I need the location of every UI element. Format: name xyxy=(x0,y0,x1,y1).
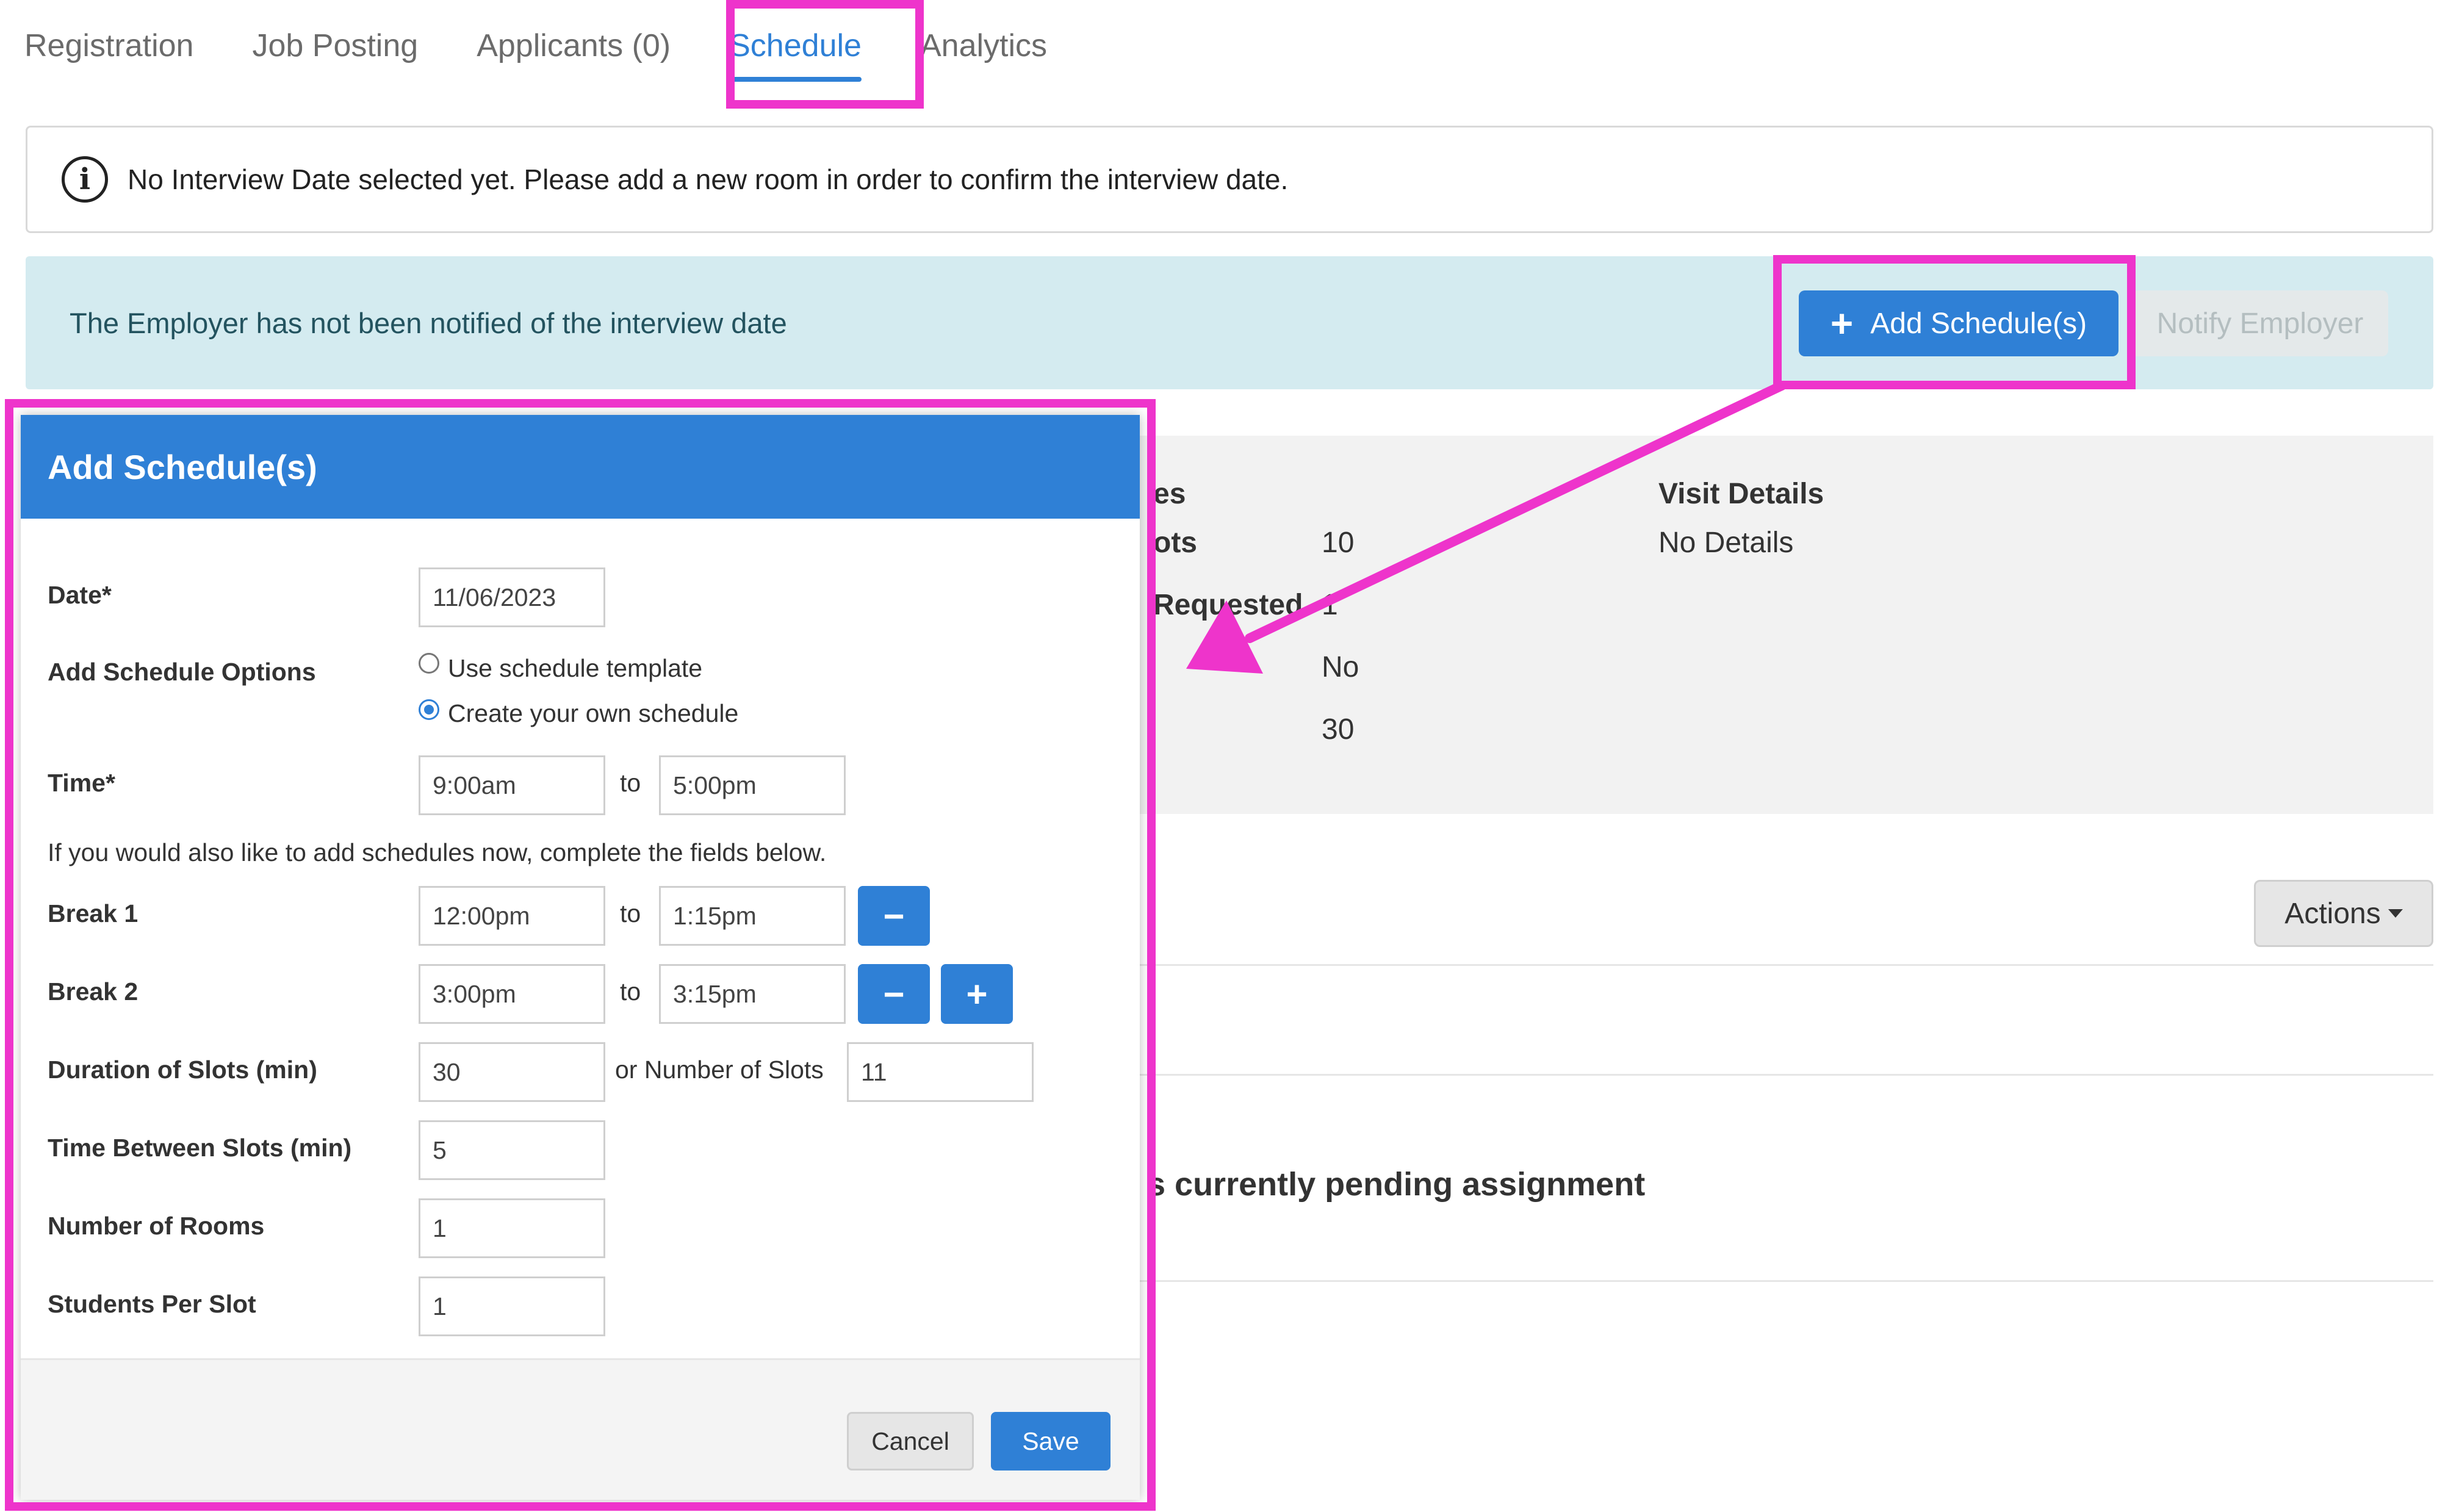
divider xyxy=(1135,964,2433,966)
info-alert: i No Interview Date selected yet. Please… xyxy=(26,126,2433,233)
actions-label: Actions xyxy=(2284,897,2381,930)
tab-applicants[interactable]: Applicants (0) xyxy=(477,0,671,92)
pending-assignment-text: s currently pending assignment xyxy=(1147,1166,1646,1203)
tab-registration[interactable]: Registration xyxy=(24,0,193,92)
add-schedule-highlight xyxy=(1773,255,2136,389)
notify-employer-label: Notify Employer xyxy=(2156,307,2364,340)
visit-details-title: Visit Details xyxy=(1658,478,1824,510)
details-heading: es xyxy=(1153,478,1186,510)
requested-value: 1 xyxy=(1322,589,1338,621)
slots-label: ots xyxy=(1153,527,1197,559)
tab-label: Job Posting xyxy=(252,28,419,63)
info-message: No Interview Date selected yet. Please a… xyxy=(128,164,1289,195)
visit-details-value: No Details xyxy=(1658,527,1794,559)
tab-label: Analytics xyxy=(920,28,1048,63)
detail-value-4: 30 xyxy=(1322,713,1355,746)
caret-down-icon xyxy=(2388,909,2403,918)
tab-label: Applicants (0) xyxy=(477,28,671,63)
tab-label: Registration xyxy=(24,28,194,63)
tab-bar: Registration Job Posting Applicants (0) … xyxy=(24,0,1106,92)
requested-label: Requested xyxy=(1153,589,1303,621)
tab-job-posting[interactable]: Job Posting xyxy=(252,0,418,92)
info-icon: i xyxy=(62,156,108,203)
detail-value-3: No xyxy=(1322,651,1359,683)
tab-analytics[interactable]: Analytics xyxy=(920,0,1047,92)
divider xyxy=(1135,1280,2433,1282)
divider xyxy=(1135,1074,2433,1076)
notify-employer-button[interactable]: Notify Employer xyxy=(2132,290,2388,356)
actions-dropdown[interactable]: Actions xyxy=(2254,880,2433,947)
schedule-tab-highlight xyxy=(726,0,924,109)
modal-highlight xyxy=(5,399,1156,1511)
slots-value: 10 xyxy=(1322,527,1355,559)
notification-message: The Employer has not been notified of th… xyxy=(70,306,787,339)
